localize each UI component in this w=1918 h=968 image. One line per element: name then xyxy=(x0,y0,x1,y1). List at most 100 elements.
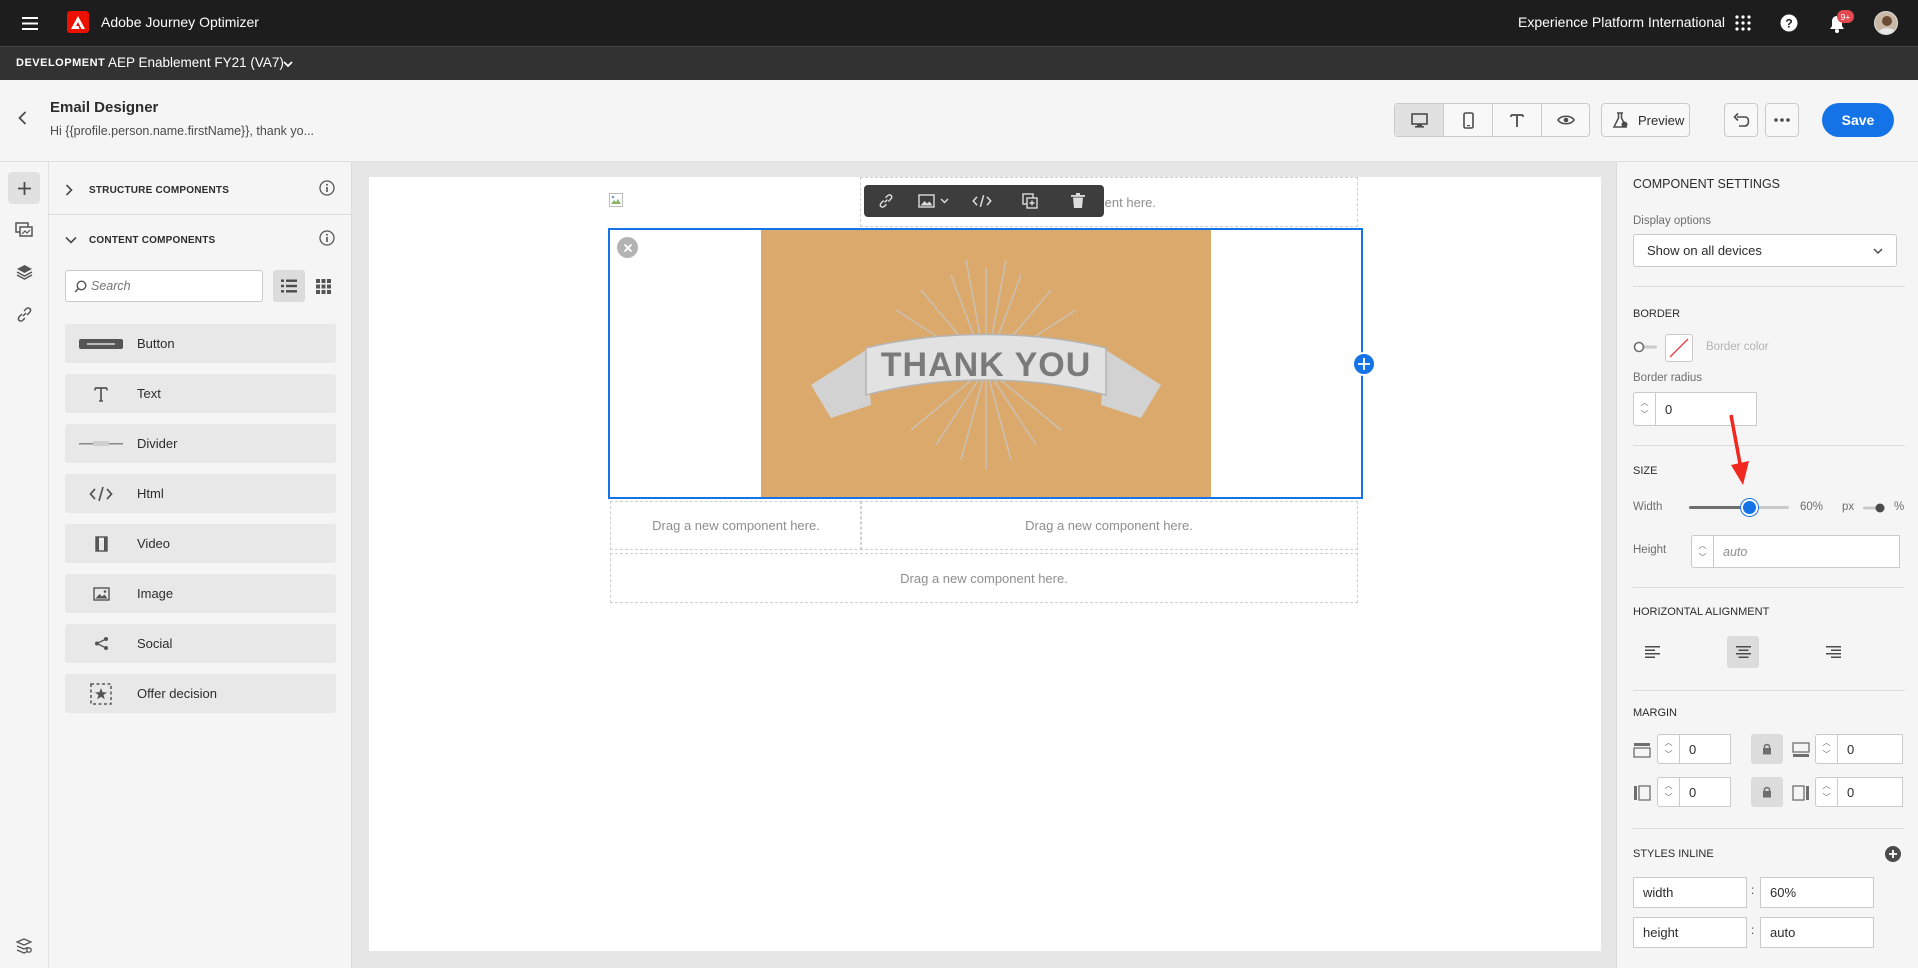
help-icon[interactable]: ? xyxy=(1779,13,1799,33)
align-left-button[interactable] xyxy=(1636,636,1668,668)
preview-button[interactable]: Preview xyxy=(1601,103,1690,137)
search-field[interactable] xyxy=(65,270,263,302)
style-value-input[interactable]: auto xyxy=(1760,917,1874,948)
margin-right-stepper[interactable]: ︿ ﹀ xyxy=(1815,777,1837,807)
component-social[interactable]: Social xyxy=(65,624,336,663)
delete-button[interactable] xyxy=(1054,193,1102,209)
chevron-down-icon[interactable]: ﹀ xyxy=(1665,792,1673,804)
remove-block-icon[interactable] xyxy=(617,237,638,258)
desktop-view-button[interactable] xyxy=(1395,104,1444,136)
content-components-header[interactable]: CONTENT COMPONENTS xyxy=(65,228,336,252)
chevron-down-icon xyxy=(65,236,77,244)
margin-lock-button[interactable] xyxy=(1751,734,1783,764)
margin-bottom-stepper[interactable]: ︿ ﹀ xyxy=(1815,734,1837,764)
hamburger-menu-icon[interactable] xyxy=(18,13,42,33)
broken-image-icon[interactable] xyxy=(609,193,623,207)
dropzone[interactable]: Drag a new component here. xyxy=(610,501,862,550)
code-icon xyxy=(972,194,992,208)
margin-right-input[interactable]: 0 xyxy=(1837,777,1903,807)
chevron-up-icon[interactable]: ︿ xyxy=(1665,737,1673,749)
margin-lock-button[interactable] xyxy=(1751,777,1783,807)
chevron-up-icon[interactable]: ︿ xyxy=(1699,540,1707,552)
thank-you-image[interactable]: THANK YOU xyxy=(761,230,1211,497)
chevron-up-icon[interactable]: ︿ xyxy=(1823,780,1831,792)
align-center-button[interactable] xyxy=(1727,636,1759,668)
dropzone[interactable]: Drag a new component here. xyxy=(860,501,1358,550)
align-right-button[interactable] xyxy=(1817,636,1849,668)
mobile-view-button[interactable] xyxy=(1444,104,1493,136)
margin-right-icon xyxy=(1792,785,1810,801)
assets-button[interactable] xyxy=(8,214,40,246)
border-toggle[interactable] xyxy=(1633,340,1659,354)
chevron-up-icon[interactable]: ︿ xyxy=(1641,397,1649,409)
info-icon[interactable] xyxy=(319,230,335,249)
adobe-logo-icon[interactable] xyxy=(67,11,89,33)
component-text[interactable]: Text xyxy=(65,374,336,413)
info-icon[interactable] xyxy=(319,180,335,199)
selected-image-block[interactable]: THANK YOU xyxy=(608,228,1363,499)
settings-layers-button[interactable] xyxy=(8,932,40,960)
component-offer-decision[interactable]: Offer decision xyxy=(65,674,336,713)
margin-top-input[interactable]: 0 xyxy=(1679,734,1731,764)
image-options-button[interactable] xyxy=(908,194,958,208)
sandbox-switcher[interactable]: AEP Enablement FY21 (VA7) xyxy=(108,55,284,70)
chevron-up-icon[interactable]: ︿ xyxy=(1823,737,1831,749)
display-options-select[interactable]: Show on all devices xyxy=(1633,234,1897,267)
html-button[interactable] xyxy=(958,194,1006,208)
links-button[interactable] xyxy=(8,298,40,330)
search-input[interactable] xyxy=(91,279,261,293)
mobile-icon xyxy=(1462,111,1474,129)
add-style-icon[interactable] xyxy=(1884,845,1902,863)
border-radius-stepper[interactable]: ︿ ﹀ xyxy=(1633,392,1655,426)
preview-eye-button[interactable] xyxy=(1542,104,1589,136)
component-divider[interactable]: Divider xyxy=(65,424,336,463)
link-button[interactable] xyxy=(864,193,908,209)
style-property-input[interactable]: height xyxy=(1633,917,1747,948)
height-stepper[interactable]: ︿ ﹀ xyxy=(1691,535,1713,568)
plus-icon xyxy=(17,181,31,195)
style-property-input[interactable]: width xyxy=(1633,877,1747,908)
chevron-down-icon[interactable]: ﹀ xyxy=(1665,749,1673,761)
margin-left-stepper[interactable]: ︿ ﹀ xyxy=(1657,777,1679,807)
duplicate-button[interactable] xyxy=(1006,193,1054,209)
chevron-down-icon[interactable]: ﹀ xyxy=(1641,409,1649,421)
chevron-down-icon[interactable]: ﹀ xyxy=(1823,792,1831,804)
width-slider[interactable] xyxy=(1689,499,1789,516)
component-image[interactable]: Image xyxy=(65,574,336,613)
width-slider-handle[interactable] xyxy=(1741,499,1758,516)
text-view-button[interactable] xyxy=(1493,104,1542,136)
layers-button[interactable] xyxy=(8,256,40,288)
component-video[interactable]: Video xyxy=(65,524,336,563)
component-button[interactable]: Button xyxy=(65,324,336,363)
grid-view-button[interactable] xyxy=(307,270,339,302)
margin-left-input[interactable]: 0 xyxy=(1679,777,1731,807)
undo-button[interactable] xyxy=(1724,103,1758,137)
email-canvas[interactable]: omponent here. THANK YOU Drag a new comp… xyxy=(369,177,1601,951)
add-components-button[interactable] xyxy=(8,172,40,204)
settings-title: COMPONENT SETTINGS xyxy=(1633,177,1781,191)
more-options-button[interactable] xyxy=(1765,103,1799,137)
chevron-down-icon[interactable]: ﹀ xyxy=(1823,749,1831,761)
apps-grid-icon[interactable] xyxy=(1733,13,1753,33)
border-color-swatch[interactable] xyxy=(1665,334,1693,362)
divider xyxy=(1633,690,1905,691)
unit-toggle[interactable] xyxy=(1861,502,1887,514)
component-html[interactable]: Html xyxy=(65,474,336,513)
dropzone[interactable]: Drag a new component here. xyxy=(610,553,1358,603)
org-switcher[interactable]: Experience Platform International xyxy=(1518,14,1725,30)
back-arrow-icon[interactable] xyxy=(14,110,30,126)
email-subject: Hi {{profile.person.name.firstName}}, th… xyxy=(50,124,315,138)
list-view-button[interactable] xyxy=(273,270,305,302)
align-left-icon xyxy=(1644,646,1660,658)
style-value-input[interactable]: 60% xyxy=(1760,877,1874,908)
margin-top-stepper[interactable]: ︿ ﹀ xyxy=(1657,734,1679,764)
chevron-down-icon[interactable] xyxy=(281,57,295,71)
margin-bottom-input[interactable]: 0 xyxy=(1837,734,1903,764)
structure-components-header[interactable]: STRUCTURE COMPONENTS xyxy=(65,178,336,202)
add-column-handle[interactable] xyxy=(1352,352,1376,376)
height-input[interactable]: auto xyxy=(1713,535,1900,568)
chevron-down-icon[interactable]: ﹀ xyxy=(1699,552,1707,564)
avatar[interactable] xyxy=(1874,11,1898,35)
chevron-up-icon[interactable]: ︿ xyxy=(1665,780,1673,792)
save-button[interactable]: Save xyxy=(1822,103,1894,137)
